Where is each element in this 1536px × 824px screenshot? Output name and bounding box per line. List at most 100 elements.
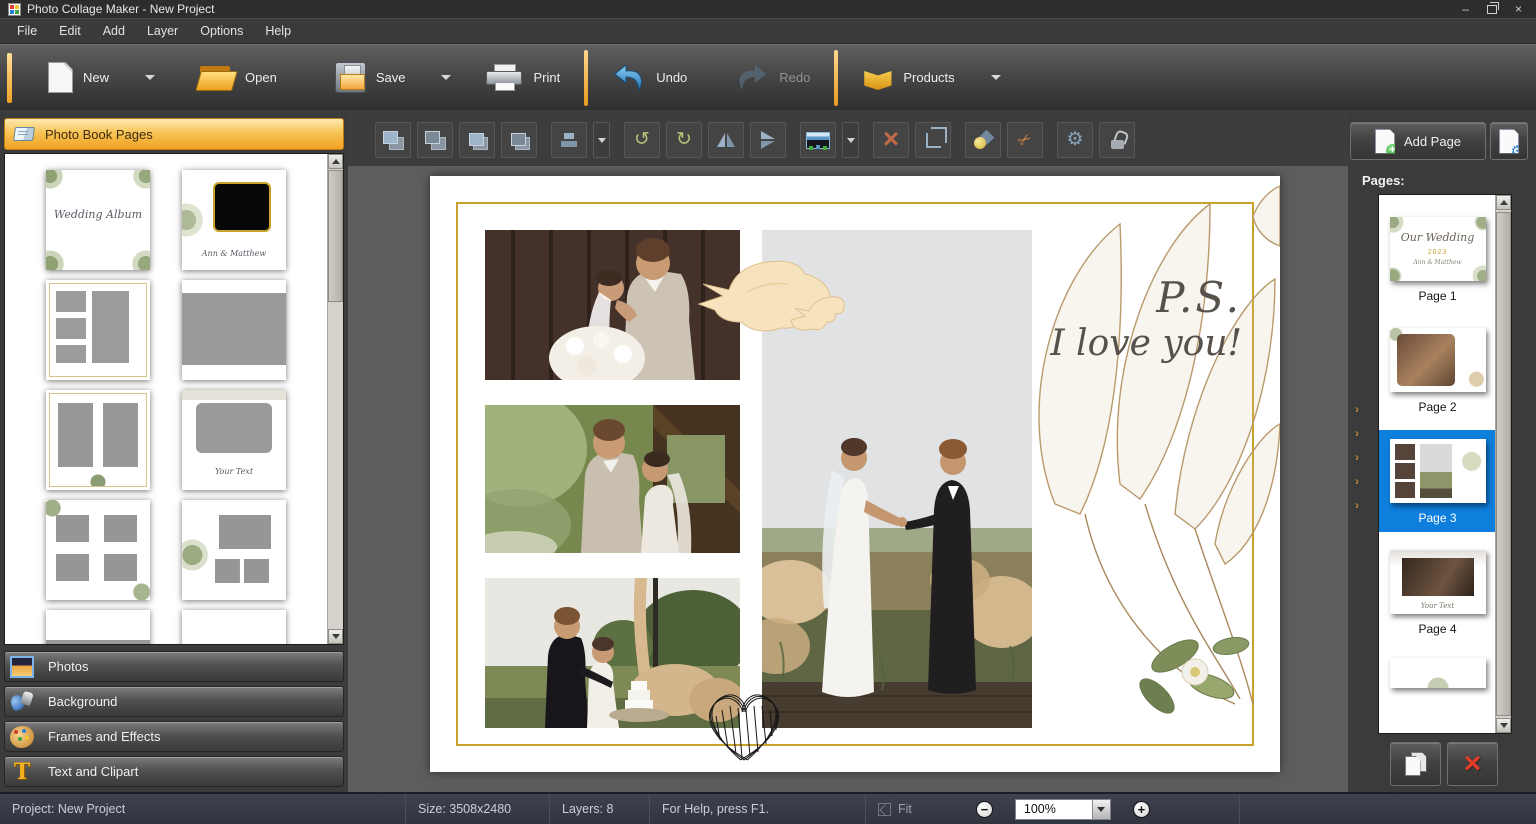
add-page-button[interactable]: Add Page <box>1350 122 1486 160</box>
template-thumb-10[interactable] <box>182 610 286 644</box>
page-item-3[interactable]: Page 3 <box>1379 430 1496 532</box>
sidebar-section-photos[interactable]: Photos <box>4 651 344 682</box>
template-thumb-7[interactable] <box>46 500 150 600</box>
menu-item-options[interactable]: Options <box>189 20 254 42</box>
settings-button[interactable] <box>1057 122 1093 158</box>
panel-collapse-handle[interactable] <box>1355 405 1359 510</box>
page-item-2[interactable]: Page 2 <box>1379 319 1496 421</box>
menu-item-file[interactable]: File <box>6 20 48 42</box>
leaves-decoration[interactable] <box>1025 184 1280 744</box>
minimize-button[interactable]: – <box>1462 3 1469 15</box>
effects-button[interactable] <box>965 122 1001 158</box>
flip-horizontal-button[interactable] <box>708 122 744 158</box>
template-thumb-3[interactable] <box>46 280 150 380</box>
pages-list-inner: Our Wedding2023Ann & MatthewPage 1Page 2… <box>1379 195 1496 733</box>
lock-button[interactable] <box>1099 122 1135 158</box>
mask-button[interactable] <box>1007 122 1043 158</box>
delete-button[interactable] <box>873 122 909 158</box>
align-button[interactable] <box>551 122 587 158</box>
caption-text-layer[interactable]: P.S. I love you! <box>1050 274 1242 366</box>
sidebar-section-text-and-clipart[interactable]: TText and Clipart <box>4 756 344 787</box>
send-backward-button[interactable] <box>501 122 537 158</box>
page-item-5[interactable] <box>1379 652 1496 688</box>
fit-icon[interactable] <box>878 803 891 816</box>
template-thumb-5[interactable] <box>46 390 150 490</box>
align-dropdown-button[interactable] <box>593 122 610 158</box>
close-button[interactable]: × <box>1515 3 1522 15</box>
template-preview: Your Text <box>182 390 286 490</box>
chevron-right-icon <box>1355 429 1359 438</box>
edit-toolbar <box>375 118 1135 162</box>
pages-scrollbar[interactable] <box>1495 195 1511 733</box>
template-thumb-1[interactable]: Wedding Album <box>46 170 150 270</box>
menu-item-add[interactable]: Add <box>92 20 136 42</box>
rotate-left-button[interactable] <box>624 122 660 158</box>
menu-item-help[interactable]: Help <box>254 20 302 42</box>
scrollbar-thumb[interactable] <box>1496 212 1511 716</box>
canvas-page[interactable]: P.S. I love you! <box>430 176 1280 772</box>
crop-button[interactable] <box>915 122 951 158</box>
page-thumb-text: Our Wedding <box>1390 231 1486 244</box>
products-dropdown-caret-icon[interactable] <box>991 75 1001 80</box>
chevron-right-icon <box>1355 405 1359 414</box>
fit-label[interactable]: Fit <box>898 802 912 816</box>
page-thumb <box>1390 658 1486 688</box>
zoom-level-dropdown[interactable]: 100% <box>1015 799 1111 820</box>
zoom-dropdown-caret-icon[interactable] <box>1092 800 1110 819</box>
scroll-up-icon[interactable] <box>1496 195 1511 210</box>
send-to-back-button[interactable] <box>417 122 453 158</box>
template-thumb-6[interactable]: Your Text <box>182 390 286 490</box>
print-button[interactable]: Print <box>485 64 560 92</box>
photo-book-pages-header[interactable]: Photo Book Pages <box>4 118 344 150</box>
status-zoom-controls: Fit − 100% + <box>866 794 1240 824</box>
undo-button[interactable]: Undo <box>612 63 687 93</box>
scroll-up-icon[interactable] <box>328 154 343 169</box>
mask-icon <box>1018 130 1031 150</box>
open-button[interactable]: Open <box>197 64 277 92</box>
flip-vertical-button[interactable] <box>750 122 786 158</box>
scroll-down-icon[interactable] <box>328 629 343 644</box>
template-thumb-8[interactable] <box>182 500 286 600</box>
template-thumb-9[interactable] <box>46 610 150 644</box>
bring-forward-button[interactable] <box>459 122 495 158</box>
menu-item-layer[interactable]: Layer <box>136 20 189 42</box>
sidebar-section-background[interactable]: Background <box>4 686 344 717</box>
page-item-4[interactable]: Your TextPage 4 <box>1379 541 1496 643</box>
edit-toolbar-group <box>965 122 1043 158</box>
scrollbar-thumb[interactable] <box>328 170 343 302</box>
new-dropdown-caret-icon[interactable] <box>145 75 155 80</box>
duplicate-page-button[interactable] <box>1390 742 1441 786</box>
template-preview <box>46 610 150 644</box>
menu-item-edit[interactable]: Edit <box>48 20 92 42</box>
page-settings-button[interactable] <box>1490 122 1528 160</box>
save-dropdown-caret-icon[interactable] <box>441 75 451 80</box>
chevron-right-icon <box>1355 477 1359 486</box>
products-button[interactable]: Products <box>862 65 1000 90</box>
scroll-down-icon[interactable] <box>1496 718 1511 733</box>
template-thumb-2[interactable]: Ann & Matthew <box>182 170 286 270</box>
save-button[interactable]: Save <box>335 62 452 93</box>
rotate-right-icon <box>676 130 692 150</box>
heart-scribble-clipart[interactable] <box>692 682 797 767</box>
template-thumb-4[interactable] <box>182 280 286 380</box>
left-panel-sections: Photos Background Frames and Effects TText … <box>4 651 344 787</box>
fit-photo-button[interactable] <box>800 122 836 158</box>
photo-2-couple-portrait[interactable] <box>485 405 740 553</box>
delete-page-button[interactable]: × <box>1447 742 1498 786</box>
template-scrollbar[interactable] <box>327 154 343 644</box>
fit-photo-dropdown-button[interactable] <box>842 122 859 158</box>
section-label: Text and Clipart <box>48 764 138 779</box>
bring-to-front-button[interactable] <box>375 122 411 158</box>
zoom-in-button[interactable]: + <box>1133 801 1150 818</box>
rotate-right-button[interactable] <box>666 122 702 158</box>
page-thumb-text: 2023 <box>1390 249 1486 256</box>
sidebar-section-frames-and-effects[interactable]: Frames and Effects <box>4 721 344 752</box>
new-button[interactable]: New <box>48 62 155 93</box>
page-item-1[interactable]: Our Wedding2023Ann & MatthewPage 1 <box>1379 208 1496 310</box>
restore-button[interactable] <box>1487 5 1497 14</box>
doves-clipart[interactable] <box>695 248 845 358</box>
page-label: Page 2 <box>1418 400 1456 414</box>
zoom-out-button[interactable]: − <box>976 801 993 818</box>
pages-list: Our Wedding2023Ann & MatthewPage 1Page 2… <box>1378 194 1512 734</box>
redo-button[interactable]: Redo <box>735 63 810 93</box>
